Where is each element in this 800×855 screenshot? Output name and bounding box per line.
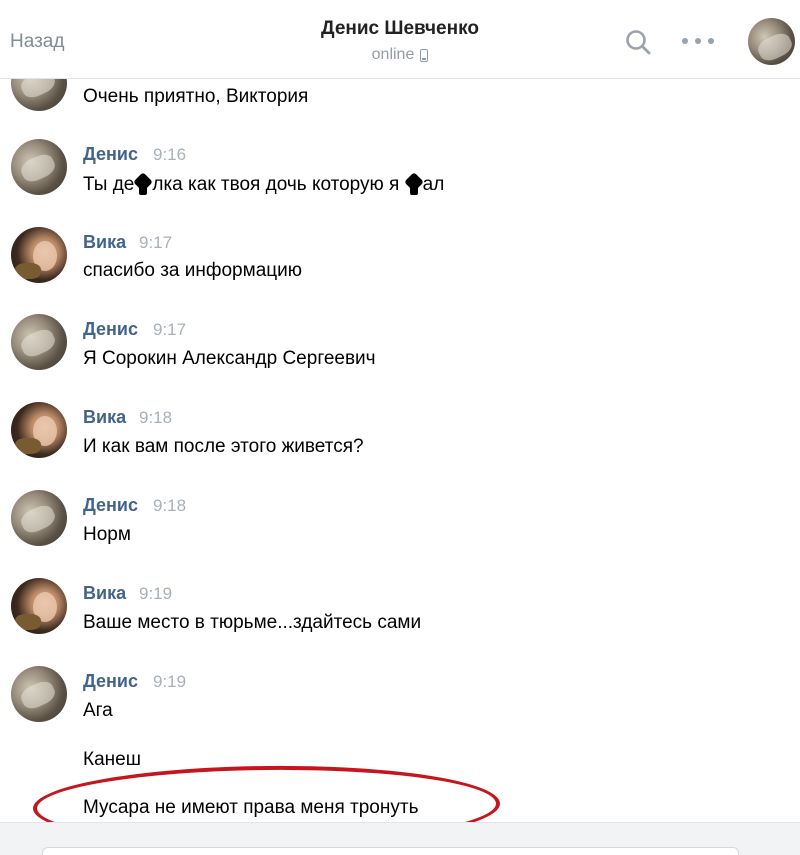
- avatar[interactable]: [11, 227, 67, 283]
- more-dot: [695, 38, 701, 44]
- message-text-part: Ты де: [83, 174, 135, 195]
- message-text-part: лка как твоя дочь которую я: [152, 174, 400, 195]
- online-status-label: online: [371, 46, 415, 63]
- message-text: Я Сорокин Александр Сергеевич: [83, 348, 376, 369]
- message-text: Очень приятно, Виктория: [83, 86, 309, 107]
- message-input[interactable]: [42, 847, 739, 855]
- message-text: Ты де лка как твоя дочь которую я ал: [83, 173, 444, 196]
- search-icon[interactable]: [624, 28, 652, 56]
- message-text: Мусара не имеют права меня тронуть: [83, 797, 419, 818]
- message-composer: [0, 822, 800, 855]
- message-time: 9:17: [139, 233, 173, 252]
- message-text: Норм: [83, 524, 131, 545]
- redaction-mark: [134, 173, 152, 195]
- chat-header: Назад Денис Шевченко online: [0, 0, 800, 79]
- message-time: 9:19: [139, 584, 173, 603]
- message-time: 9:18: [153, 496, 187, 515]
- sender-name[interactable]: Денис: [83, 671, 138, 692]
- chat-title[interactable]: Денис Шевченко: [0, 18, 800, 40]
- header-avatar[interactable]: [748, 18, 795, 65]
- avatar[interactable]: [11, 666, 67, 722]
- sender-name[interactable]: Денис: [83, 319, 138, 340]
- online-status: online: [372, 46, 429, 64]
- message-text: И как вам после этого живется?: [83, 436, 364, 457]
- redaction-mark: [405, 173, 423, 195]
- avatar[interactable]: [11, 402, 67, 458]
- message-time: 9:18: [139, 408, 173, 427]
- message-time: 9:19: [153, 672, 187, 691]
- sender-name[interactable]: Вика: [83, 583, 126, 604]
- avatar[interactable]: [11, 139, 67, 195]
- avatar[interactable]: [11, 490, 67, 546]
- more-icon[interactable]: [682, 34, 714, 48]
- phone-icon: [420, 48, 429, 62]
- sender-name[interactable]: Вика: [83, 232, 126, 253]
- avatar[interactable]: [11, 314, 67, 370]
- message-time: 9:17: [153, 320, 187, 339]
- more-dot: [708, 38, 714, 44]
- message-text: Ваше место в тюрьме...здайтесь сами: [83, 612, 422, 633]
- avatar[interactable]: [11, 578, 67, 634]
- sender-name[interactable]: Вика: [83, 407, 126, 428]
- more-dot: [682, 38, 688, 44]
- message-history: Очень приятно, Виктория Денис 9:16 Ты де…: [0, 0, 800, 855]
- message-text: Канеш: [83, 749, 141, 770]
- chat-title-block: Денис Шевченко online: [0, 18, 800, 64]
- message-text: спасибо за информацию: [83, 260, 303, 281]
- message-text-part: ал: [422, 174, 445, 195]
- sender-name[interactable]: Денис: [83, 495, 138, 516]
- sender-name[interactable]: Денис: [83, 144, 138, 165]
- message-text: Ага: [83, 700, 113, 721]
- message-time: 9:16: [153, 145, 187, 164]
